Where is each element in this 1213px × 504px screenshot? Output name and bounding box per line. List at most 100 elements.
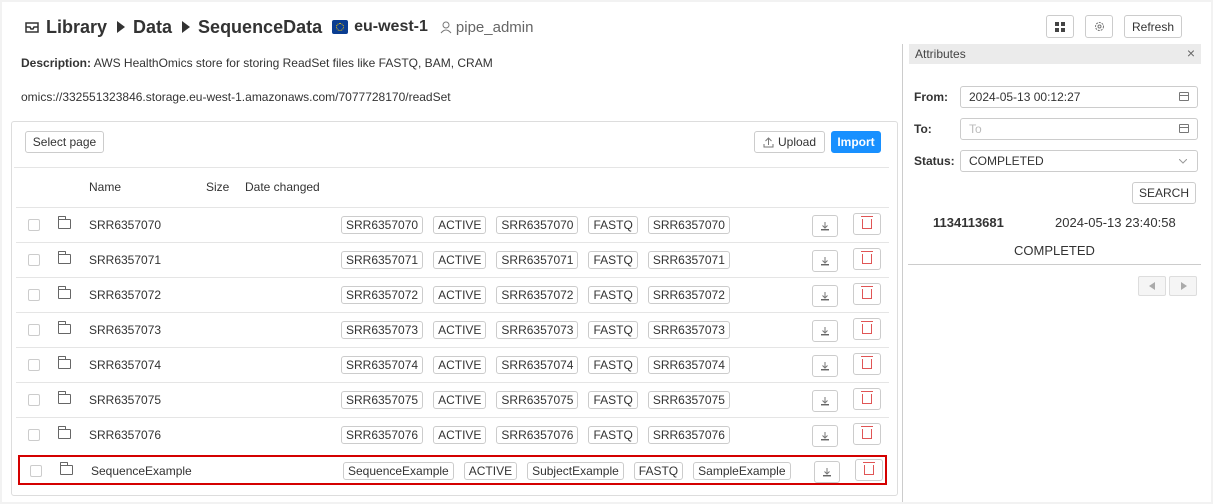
row-name[interactable]: SRR6357072 — [89, 288, 161, 302]
row-name[interactable]: SRR6357075 — [89, 393, 161, 407]
folder-icon — [58, 251, 71, 264]
table-row[interactable]: SequenceExample SequenceExample ACTIVE Subj… — [18, 455, 887, 485]
download-icon — [821, 397, 829, 406]
tag-badge: FASTQ — [588, 216, 638, 234]
region-label: eu-west-1 — [354, 18, 428, 35]
breadcrumb-data[interactable]: Data — [133, 17, 172, 38]
tag-badge: ACTIVE — [433, 391, 487, 409]
table-row[interactable]: SRR6357075 SRR6357075 ACTIVE SRR6357075 FAST… — [16, 382, 889, 417]
tag-badge: ACTIVE — [433, 251, 487, 269]
from-label: From: — [914, 90, 948, 104]
table-row[interactable]: SRR6357072 SRR6357072 ACTIVE SRR6357072 FAST… — [16, 277, 889, 312]
delete-button[interactable] — [853, 388, 881, 410]
download-button[interactable] — [812, 215, 838, 237]
tag-badge: SRR6357073 — [496, 321, 579, 339]
trash-icon — [861, 426, 873, 439]
tag-badge: SRR6357070 — [341, 216, 424, 234]
tag-badge: ACTIVE — [463, 462, 518, 480]
import-button[interactable]: Import — [831, 131, 881, 153]
row-checkbox[interactable] — [30, 465, 42, 477]
row-checkbox[interactable] — [28, 324, 40, 336]
row-name[interactable]: SRR6357073 — [89, 323, 161, 337]
row-checkbox[interactable] — [28, 254, 40, 266]
breadcrumb-separator-icon — [117, 21, 126, 33]
row-name[interactable]: SRR6357071 — [89, 253, 161, 267]
delete-button[interactable] — [853, 318, 881, 340]
delete-button[interactable] — [855, 459, 883, 481]
row-checkbox[interactable] — [28, 394, 40, 406]
download-button[interactable] — [812, 355, 838, 377]
tag-badge: SampleExample — [693, 462, 791, 480]
tag-badge: SRR6357073 — [647, 321, 730, 339]
download-button[interactable] — [812, 320, 838, 342]
table-row[interactable]: SRR6357070 SRR6357070 ACTIVE SRR6357070 FAST… — [16, 207, 889, 242]
download-button[interactable] — [812, 425, 838, 447]
tag-badge: ACTIVE — [433, 321, 487, 339]
tag-badge: SRR6357075 — [341, 391, 424, 409]
row-tags: SRR6357076 ACTIVE SRR6357076 FASTQ SRR635707… — [341, 426, 730, 444]
refresh-button[interactable]: Refresh — [1124, 15, 1182, 38]
folder-icon — [58, 321, 71, 334]
delete-button[interactable] — [853, 213, 881, 235]
tag-badge: ACTIVE — [433, 356, 487, 374]
tag-badge: SRR6357076 — [341, 426, 424, 444]
delete-button[interactable] — [853, 248, 881, 270]
column-date-changed[interactable]: Date changed — [245, 180, 320, 194]
tag-badge: FASTQ — [588, 286, 638, 304]
grid-view-button[interactable] — [1046, 15, 1074, 38]
eu-flag-icon — [332, 20, 349, 34]
status-select[interactable]: COMPLETED — [960, 150, 1198, 172]
row-tags: SRR6357075 ACTIVE SRR6357075 FASTQ SRR635707… — [341, 391, 730, 409]
gear-icon — [1094, 22, 1104, 31]
table-row[interactable]: SRR6357071 SRR6357071 ACTIVE SRR6357071 FAST… — [16, 242, 889, 277]
tag-badge: FASTQ — [633, 462, 684, 480]
download-button[interactable] — [812, 285, 838, 307]
to-date-input[interactable]: To — [960, 118, 1198, 140]
row-name[interactable]: SRR6357074 — [89, 358, 161, 372]
table-row[interactable]: SRR6357076 SRR6357076 ACTIVE SRR6357076 FAST… — [16, 417, 889, 452]
tag-badge: SRR6357073 — [341, 321, 424, 339]
close-icon[interactable]: × — [1187, 45, 1195, 61]
column-name[interactable]: Name — [89, 180, 121, 194]
folder-icon — [60, 462, 73, 475]
row-name[interactable]: SequenceExample — [91, 464, 192, 478]
search-button[interactable]: SEARCH — [1132, 182, 1196, 204]
row-checkbox[interactable] — [28, 429, 40, 441]
from-date-input[interactable]: 2024-05-13 00:12:27 — [960, 86, 1198, 108]
row-name[interactable]: SRR6357070 — [89, 218, 161, 232]
status-label: Status: — [914, 154, 955, 168]
row-checkbox[interactable] — [28, 359, 40, 371]
tag-badge: SRR6357071 — [496, 251, 579, 269]
from-date-value: 2024-05-13 00:12:27 — [969, 90, 1081, 104]
table-row[interactable]: SRR6357074 SRR6357074 ACTIVE SRR6357074 FAST… — [16, 347, 889, 382]
result-id[interactable]: 1134113681 — [933, 215, 1004, 230]
download-button[interactable] — [812, 390, 838, 412]
row-name[interactable]: SRR6357076 — [89, 428, 161, 442]
column-size[interactable]: Size — [206, 180, 229, 194]
prev-page-button[interactable] — [1138, 276, 1166, 296]
settings-button[interactable] — [1085, 15, 1113, 38]
download-icon — [821, 327, 829, 336]
download-button[interactable] — [814, 461, 840, 483]
delete-button[interactable] — [853, 283, 881, 305]
folder-icon — [58, 426, 71, 439]
breadcrumb-library[interactable]: Library — [46, 17, 107, 38]
select-page-button[interactable]: Select page — [25, 131, 104, 153]
row-checkbox[interactable] — [28, 289, 40, 301]
next-page-button[interactable] — [1169, 276, 1197, 296]
download-button[interactable] — [812, 250, 838, 272]
tag-badge: SubjectExample — [527, 462, 624, 480]
upload-button[interactable]: Upload — [754, 131, 825, 153]
delete-button[interactable] — [853, 423, 881, 445]
tag-badge: FASTQ — [588, 356, 638, 374]
upload-icon — [763, 136, 774, 147]
to-date-placeholder: To — [969, 122, 982, 136]
download-icon — [821, 292, 829, 301]
folder-icon — [58, 391, 71, 404]
row-tags: SRR6357073 ACTIVE SRR6357073 FASTQ SRR635707… — [341, 321, 730, 339]
table-row[interactable]: SRR6357073 SRR6357073 ACTIVE SRR6357073 FAST… — [16, 312, 889, 347]
delete-button[interactable] — [853, 353, 881, 375]
tag-badge: ACTIVE — [433, 426, 487, 444]
attributes-header: Attributes × — [909, 44, 1201, 64]
row-checkbox[interactable] — [28, 219, 40, 231]
